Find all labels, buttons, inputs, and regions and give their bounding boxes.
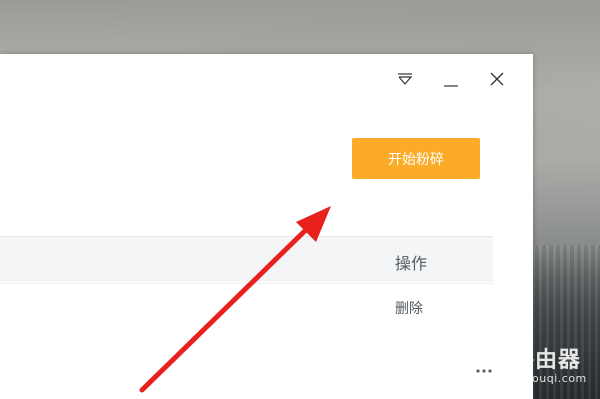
router-logo-icon [461,341,507,387]
delete-link[interactable]: 删除 [395,298,423,318]
minimize-icon [444,85,458,87]
table-row-divider [0,283,493,284]
menu-dropdown-button[interactable] [394,68,416,90]
watermark-subtitle: luyouqi.com [514,372,587,385]
dropdown-triangle-icon [398,73,413,85]
app-window: 开始粉碎 操作 删除 [0,54,533,399]
start-shred-button[interactable]: 开始粉碎 [352,138,480,179]
watermark-title: 路由器 [512,348,582,373]
watermark: 路由器 luyouqi.com [458,336,600,392]
close-icon [490,72,504,86]
close-button[interactable] [486,68,508,90]
column-header-operation: 操作 [395,254,428,273]
minimize-button[interactable] [440,68,462,90]
